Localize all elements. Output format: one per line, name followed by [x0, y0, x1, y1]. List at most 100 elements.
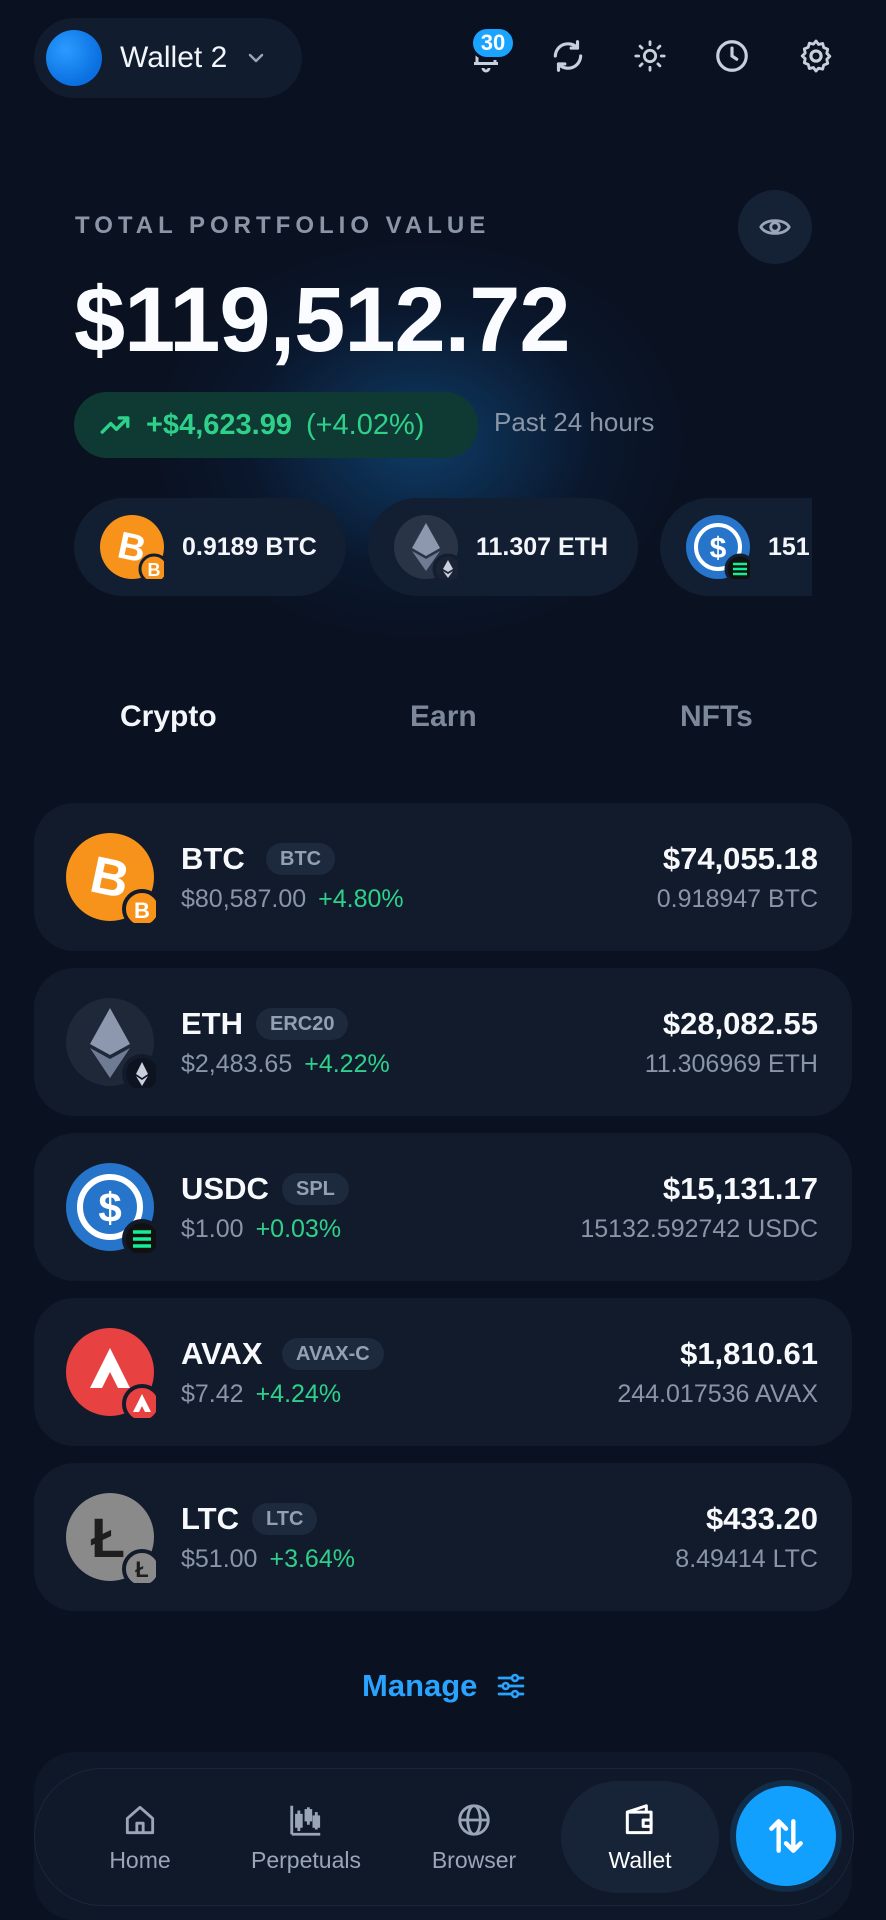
asset-name: LTC	[181, 1501, 239, 1536]
btc-icon: BB	[100, 515, 170, 585]
clock-icon[interactable]	[710, 34, 754, 78]
hide-balance-button[interactable]	[738, 190, 812, 264]
nav-label: Home	[109, 1846, 171, 1873]
tab-earn[interactable]: Earn	[410, 700, 477, 734]
asset-tag: BTC	[266, 843, 336, 875]
asset-quantity: 8.49414 LTC	[675, 1545, 818, 1573]
asset-name: ETH	[181, 1006, 243, 1041]
globe-icon	[458, 1803, 490, 1836]
asset-price-line: $2,483.65 +4.22%	[181, 1050, 390, 1079]
asset-change: +4.24%	[255, 1380, 342, 1408]
period-label: Past 24 hours	[494, 407, 655, 437]
portfolio-label: TOTAL PORTFOLIO VALUE	[75, 212, 491, 239]
asset-value: $1,810.61	[680, 1336, 818, 1371]
svg-text:$: $	[710, 532, 727, 565]
portfolio-change-pill: +$4,623.99 (+4.02%)	[74, 392, 478, 458]
asset-name: BTC	[181, 841, 245, 876]
asset-price-line: $80,587.00 +4.80%	[181, 885, 404, 914]
asset-row-btc[interactable]: BB BTC BTC $80,587.00 +4.80% $74,055.18 0…	[34, 803, 852, 951]
asset-row-ltc[interactable]: ŁŁ LTC LTC $51.00 +3.64% $433.20 8.49414 …	[34, 1463, 852, 1611]
asset-row-eth[interactable]: ETH ERC20 $2,483.65 +4.22% $28,082.55 11.…	[34, 968, 852, 1116]
refresh-icon[interactable]	[546, 34, 590, 78]
asset-name: USDC	[181, 1171, 269, 1206]
manage-label: Manage	[362, 1668, 478, 1703]
coin-pill-usdc[interactable]: $ 151	[660, 498, 812, 596]
asset-price-line: $7.42 +4.24%	[181, 1380, 341, 1409]
nav-wallet[interactable]: Wallet	[561, 1781, 719, 1893]
bottom-navigation: Home Perpetuals Browser Wallet	[34, 1768, 854, 1906]
asset-quantity: 11.306969 ETH	[644, 1050, 818, 1078]
swap-arrows-icon	[769, 1819, 803, 1853]
asset-quantity: 244.017536 AVAX	[617, 1380, 818, 1408]
coin-amount: 151	[768, 532, 810, 561]
trending-up-icon	[100, 416, 130, 434]
chevron-down-icon	[249, 53, 264, 63]
top-bar: Wallet 2 30	[0, 0, 886, 116]
nav-label: Browser	[431, 1846, 517, 1873]
wallet-icon	[625, 1803, 653, 1834]
asset-tag: SPL	[282, 1173, 349, 1205]
coin-pill-eth[interactable]: 11.307 ETH	[368, 498, 638, 596]
asset-change: +0.03%	[255, 1215, 342, 1243]
ltc-icon: ŁŁ	[66, 1493, 162, 1589]
asset-price: $2,483.65	[181, 1050, 293, 1078]
asset-name: AVAX	[181, 1336, 263, 1371]
svg-text:B: B	[134, 898, 150, 923]
nav-label: Perpetuals	[251, 1846, 361, 1873]
asset-value: $15,131.17	[662, 1171, 818, 1206]
svg-text:Ł: Ł	[91, 1506, 125, 1569]
gear-icon[interactable]	[794, 34, 838, 78]
asset-change: +3.64%	[269, 1545, 355, 1573]
asset-price: $1.00	[181, 1215, 244, 1243]
tab-crypto[interactable]: Crypto	[120, 700, 217, 734]
asset-price: $7.42	[181, 1380, 244, 1408]
asset-value: $433.20	[705, 1501, 818, 1536]
asset-tag: ERC20	[256, 1008, 349, 1040]
swap-button[interactable]	[736, 1786, 836, 1886]
svg-text:$: $	[98, 1184, 121, 1231]
nav-home[interactable]: Home	[75, 1769, 205, 1905]
asset-price: $80,587.00	[181, 885, 307, 913]
asset-price-line: $51.00 +3.64%	[181, 1545, 355, 1574]
btc-icon: BB	[66, 833, 162, 929]
asset-row-usdc[interactable]: $ USDC SPL $1.00 +0.03% $15,131.17 15132.…	[34, 1133, 852, 1281]
asset-price: $51.00	[181, 1545, 258, 1573]
total-portfolio-value: $119,512.72	[74, 269, 571, 371]
asset-quantity: 0.918947 BTC	[656, 885, 818, 913]
notification-badge: 30	[470, 26, 516, 60]
asset-value: $28,082.55	[662, 1006, 818, 1041]
asset-change: +4.80%	[318, 885, 404, 913]
eye-icon	[759, 219, 791, 235]
change-amount: +$4,623.99	[146, 408, 292, 441]
svg-text:B: B	[148, 560, 161, 579]
nav-perpetuals[interactable]: Perpetuals	[231, 1769, 381, 1905]
candlestick-icon	[290, 1805, 321, 1836]
wallet-avatar	[46, 30, 102, 86]
wallet-selector[interactable]: Wallet 2	[34, 18, 302, 98]
home-icon	[125, 1805, 155, 1834]
tab-nfts[interactable]: NFTs	[680, 700, 753, 734]
sun-icon[interactable]	[628, 34, 672, 78]
sliders-icon	[498, 1673, 525, 1699]
manage-button[interactable]: Manage	[362, 1668, 527, 1704]
asset-quantity: 15132.592742 USDC	[580, 1215, 818, 1243]
asset-row-avax[interactable]: AVAX AVAX-C $7.42 +4.24% $1,810.61 244.01…	[34, 1298, 852, 1446]
asset-change: +4.22%	[304, 1050, 390, 1078]
eth-icon	[66, 998, 162, 1094]
wallet-name: Wallet 2	[120, 41, 228, 74]
asset-price-line: $1.00 +0.03%	[181, 1215, 341, 1244]
asset-tag: LTC	[252, 1503, 318, 1535]
nav-browser[interactable]: Browser	[409, 1769, 539, 1905]
avax-icon	[66, 1328, 162, 1424]
usdc-icon: $	[66, 1163, 162, 1259]
asset-tag: AVAX-C	[282, 1338, 384, 1370]
svg-text:Ł: Ł	[135, 1557, 148, 1582]
asset-value: $74,055.18	[662, 841, 818, 876]
coin-amount: 0.9189 BTC	[182, 532, 317, 561]
asset-tabs: Crypto Earn NFTs	[0, 700, 886, 760]
coin-summary-strip[interactable]: BB 0.9189 BTC 11.307 ETH $ 151	[74, 498, 812, 598]
coin-amount: 11.307 ETH	[476, 532, 609, 561]
change-percent: (+4.02%)	[305, 408, 425, 441]
coin-pill-btc[interactable]: BB 0.9189 BTC	[74, 498, 346, 596]
eth-icon	[394, 515, 464, 585]
